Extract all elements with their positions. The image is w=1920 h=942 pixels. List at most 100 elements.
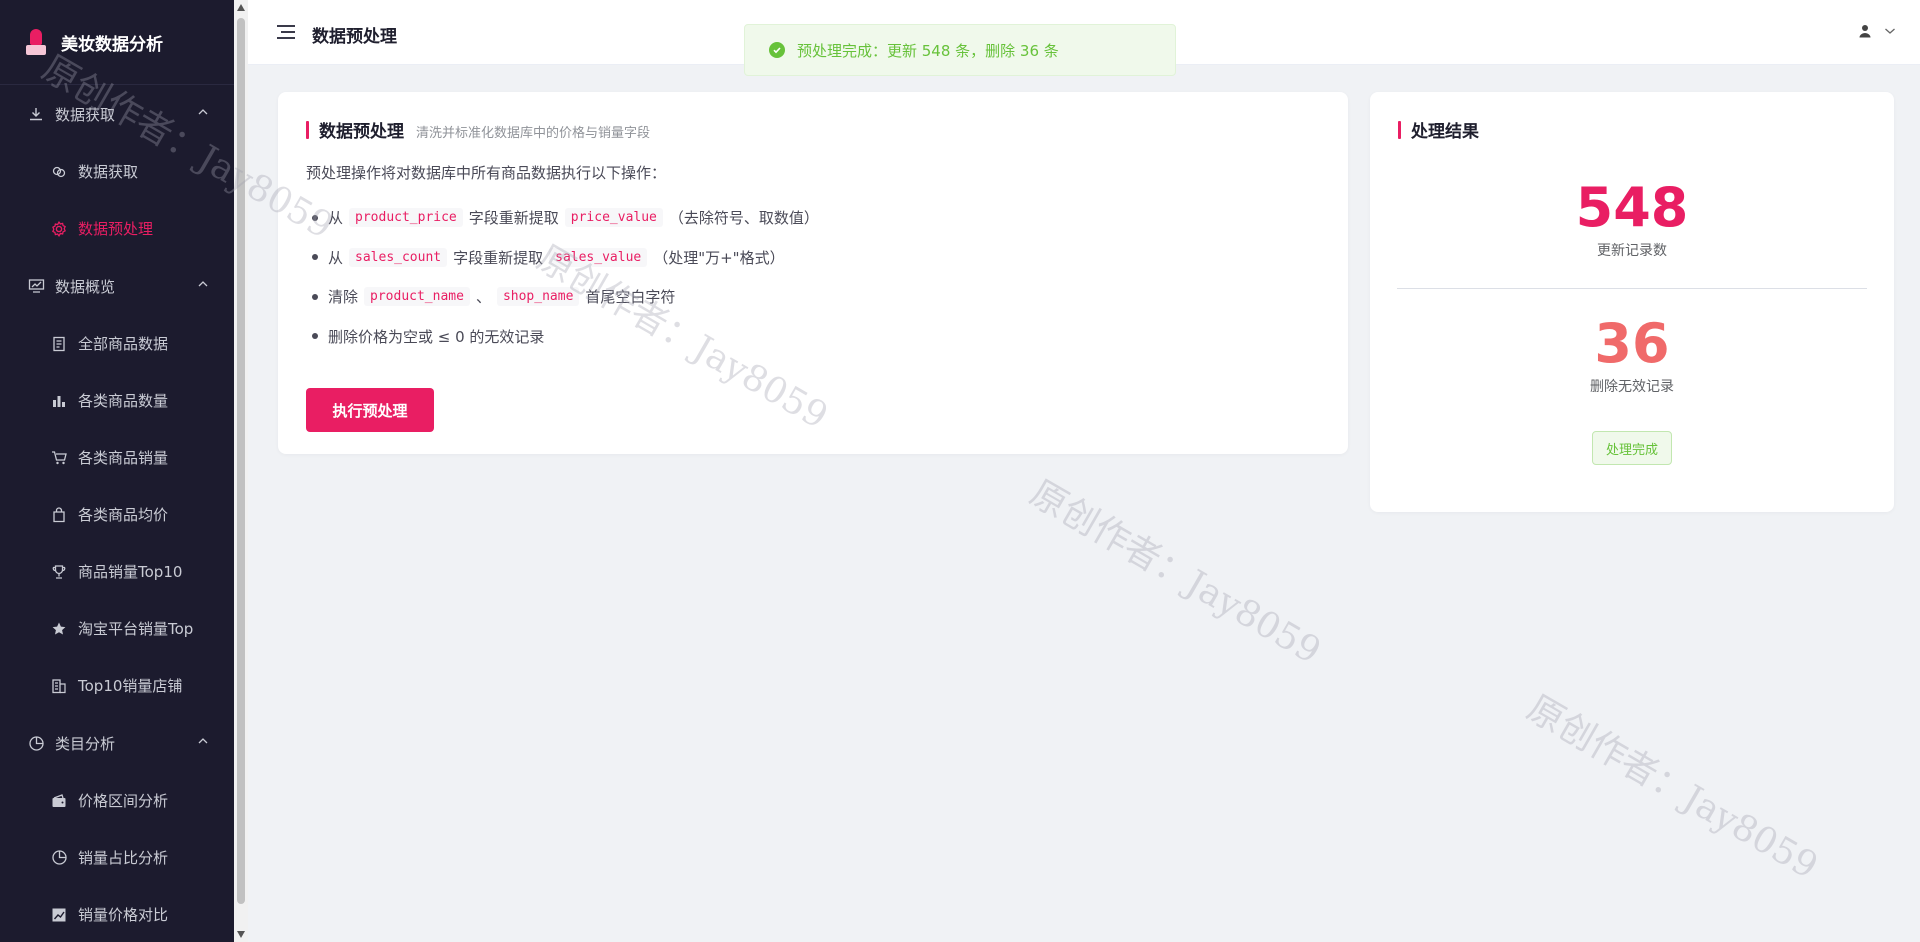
sidebar-item-label: 各类商品均价 (78, 506, 169, 524)
user-menu[interactable] (1858, 24, 1896, 38)
bar-chart-icon (50, 392, 68, 410)
deleted-count: 36 (1594, 312, 1670, 375)
sidebar-item-label: 全部商品数据 (78, 335, 169, 353)
group-label: 数据获取 (55, 105, 116, 124)
list-item: 删除价格为空或 ≤ 0 的无效记录 (306, 317, 819, 357)
chevron-up-icon (198, 281, 208, 287)
updated-stat: 548 更新记录数 (1370, 178, 1894, 260)
sidebar-scrollbar[interactable] (234, 0, 248, 942)
app-title: 美妆数据分析 (61, 34, 163, 55)
status-badge: 处理完成 (1592, 431, 1672, 465)
result-card: 处理结果 548 更新记录数 36 删除无效记录 处理完成 (1370, 92, 1894, 512)
code-field: price_value (564, 208, 663, 228)
intro-text: 预处理操作将对数据库中所有商品数据执行以下操作： (306, 164, 667, 182)
sidebar-item-category-sales[interactable]: 各类商品销量 (0, 429, 234, 486)
group-head-data-acquisition[interactable]: 数据获取 (0, 85, 234, 143)
chevron-up-icon (198, 738, 208, 744)
updated-count: 548 (1575, 176, 1689, 239)
bullet (312, 254, 318, 261)
link-icon (50, 163, 68, 181)
watermark: 原创作者：Jay8059 (1023, 472, 1328, 673)
card-title: 处理结果 (1411, 122, 1479, 142)
sidebar-item-label: 商品销量Top10 (78, 563, 183, 581)
op-text: 从 (328, 248, 344, 267)
sidebar-item-label: 数据预处理 (78, 220, 154, 238)
bullet (312, 333, 318, 340)
card-title: 数据预处理 (319, 122, 404, 142)
sidebar-item-top10-shops[interactable]: Top10销量店铺 (0, 657, 234, 714)
price-tag-icon (50, 506, 68, 524)
preprocess-card: 数据预处理 清洗并标准化数据库中的价格与销量字段 预处理操作将对数据库中所有商品… (278, 92, 1348, 454)
sidebar-item-label: 各类商品销量 (78, 449, 169, 467)
sidebar-item-category-count[interactable]: 各类商品数量 (0, 372, 234, 429)
sidebar-item-preprocess[interactable]: 数据预处理 (0, 200, 234, 257)
cart-icon (50, 449, 68, 467)
sidebar-item-label: 各类商品数量 (78, 392, 169, 410)
check-circle-icon (769, 42, 785, 58)
updated-label: 更新记录数 (1597, 243, 1667, 259)
op-text: 字段重新提取 (468, 209, 559, 228)
user-avatar-icon (1859, 25, 1871, 38)
gear-icon (50, 220, 68, 238)
sidebar-item-data-acquisition[interactable]: 数据获取 (0, 143, 234, 200)
trend-icon (50, 906, 68, 924)
bullet (312, 293, 318, 300)
title-accent-bar (306, 120, 309, 139)
sidebar-item-taobao-top[interactable]: 淘宝平台销量Top (0, 600, 234, 657)
code-field: sales_count (349, 247, 448, 267)
sidebar-item-price-range[interactable]: 价格区间分析 (0, 772, 234, 829)
group-head-category-analysis[interactable]: 类目分析 (0, 714, 234, 772)
menu-toggle-icon[interactable] (277, 24, 295, 40)
list-item: 从 sales_count 字段重新提取 sales_value （处理"万+"… (306, 238, 819, 278)
op-text: 字段重新提取 (453, 248, 544, 267)
op-text: （去除符号、取数值） (668, 209, 819, 228)
success-toast: 预处理完成：更新 548 条，删除 36 条 (744, 24, 1176, 76)
monitor-chart-icon (27, 277, 45, 295)
op-text: 首尾空白字符 (585, 288, 676, 307)
operation-list: 从 product_price 字段重新提取 price_value （去除符号… (306, 198, 819, 356)
code-field: shop_name (496, 287, 580, 307)
group-head-data-overview[interactable]: 数据概览 (0, 257, 234, 315)
chevron-down-icon (1885, 28, 1895, 34)
title-accent-bar (1398, 120, 1401, 139)
code-field: sales_value (549, 247, 648, 267)
sidebar-item-top10-products[interactable]: 商品销量Top10 (0, 543, 234, 600)
deleted-label: 删除无效记录 (1590, 379, 1674, 395)
sidebar: 美妆数据分析 数据获取 数据获取 数据预处理 数据概览 全部商品数据 各类商品数… (0, 0, 234, 942)
sidebar-item-label: Top10销量店铺 (78, 677, 183, 695)
pie-icon (27, 734, 45, 752)
list-item: 从 product_price 字段重新提取 price_value （去除符号… (306, 198, 819, 238)
sidebar-item-label: 数据获取 (78, 163, 139, 181)
op-text: 删除价格为空或 ≤ 0 的无效记录 (328, 327, 545, 346)
lipstick-logo-icon (26, 29, 46, 55)
sidebar-item-category-avg-price[interactable]: 各类商品均价 (0, 486, 234, 543)
building-icon (50, 677, 68, 695)
list-item: 清除 product_name 、 shop_name 首尾空白字符 (306, 277, 819, 317)
download-icon (27, 105, 45, 123)
card-header: 数据预处理 清洗并标准化数据库中的价格与销量字段 (306, 117, 650, 142)
document-icon (50, 335, 68, 353)
sidebar-item-label: 销量占比分析 (78, 849, 169, 867)
sidebar-item-label: 价格区间分析 (78, 792, 169, 810)
pie-icon (50, 849, 68, 867)
run-preprocess-button[interactable]: 执行预处理 (306, 388, 434, 432)
card-header: 处理结果 (1398, 117, 1479, 142)
watermark: 原创作者：Jay8059 (1520, 687, 1825, 888)
code-field: product_price (349, 208, 463, 228)
chevron-up-icon (198, 109, 208, 115)
sidebar-item-label: 淘宝平台销量Top (78, 620, 194, 638)
sidebar-item-all-products[interactable]: 全部商品数据 (0, 315, 234, 372)
menu-group-data-acquisition: 数据获取 数据获取 数据预处理 (0, 85, 234, 257)
sidebar-item-label: 销量价格对比 (78, 906, 169, 924)
scroll-up-arrow-icon[interactable] (237, 4, 245, 11)
op-text: 、 (475, 288, 491, 307)
wallet-icon (50, 792, 68, 810)
sidebar-item-sales-price-compare[interactable]: 销量价格对比 (0, 886, 234, 942)
menu-group-data-overview: 数据概览 全部商品数据 各类商品数量 各类商品销量 各类商品均价 商品销量Top… (0, 257, 234, 714)
scroll-thumb[interactable] (237, 18, 245, 904)
brand[interactable]: 美妆数据分析 (0, 0, 234, 85)
sidebar-item-sales-share[interactable]: 销量占比分析 (0, 829, 234, 886)
scroll-down-arrow-icon[interactable] (237, 931, 245, 938)
group-label: 类目分析 (55, 734, 116, 753)
op-text: 清除 (328, 288, 359, 307)
